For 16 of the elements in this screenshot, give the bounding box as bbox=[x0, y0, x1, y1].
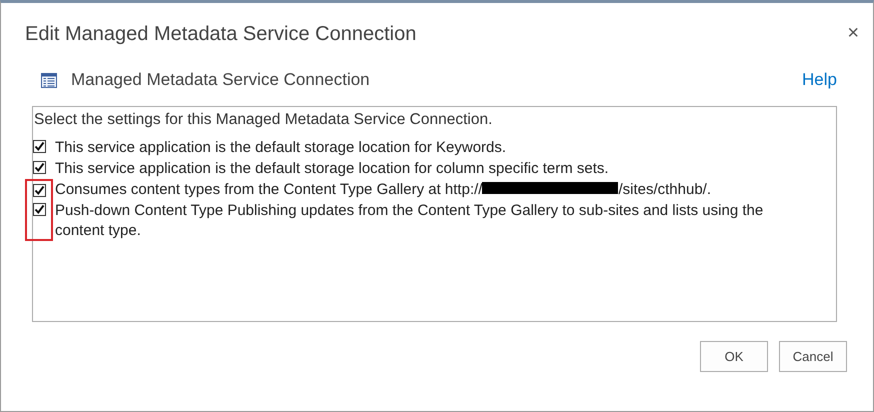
section-title: Managed Metadata Service Connection bbox=[71, 70, 371, 90]
close-button[interactable]: × bbox=[847, 23, 859, 43]
checkbox[interactable] bbox=[32, 203, 46, 216]
option-label: This service application is the default storage location for column specific term sets. bbox=[55, 159, 610, 179]
option-label: Push-down Content Type Publishing updates from the Content Type Gallery to sub-sites and lists using the content type. bbox=[55, 201, 764, 241]
checkbox[interactable] bbox=[32, 184, 46, 197]
option-label: Consumes content types from the Content Type Gallery at http:// /sites/cthhub/. bbox=[55, 180, 712, 200]
option-label: This service application is the default storage location for Keywords. bbox=[55, 138, 508, 158]
window-title: Edit Managed Metadata Service Connection bbox=[25, 23, 416, 46]
ok-button[interactable]: OK bbox=[700, 341, 768, 372]
checkbox[interactable] bbox=[32, 140, 46, 153]
settings-intro: Select the settings for this Managed Metadata Service Connection. bbox=[34, 111, 494, 129]
checkbox[interactable] bbox=[32, 161, 46, 174]
cancel-button[interactable]: Cancel bbox=[779, 341, 847, 372]
list-icon bbox=[41, 72, 57, 88]
help-link[interactable]: Help bbox=[802, 70, 837, 90]
